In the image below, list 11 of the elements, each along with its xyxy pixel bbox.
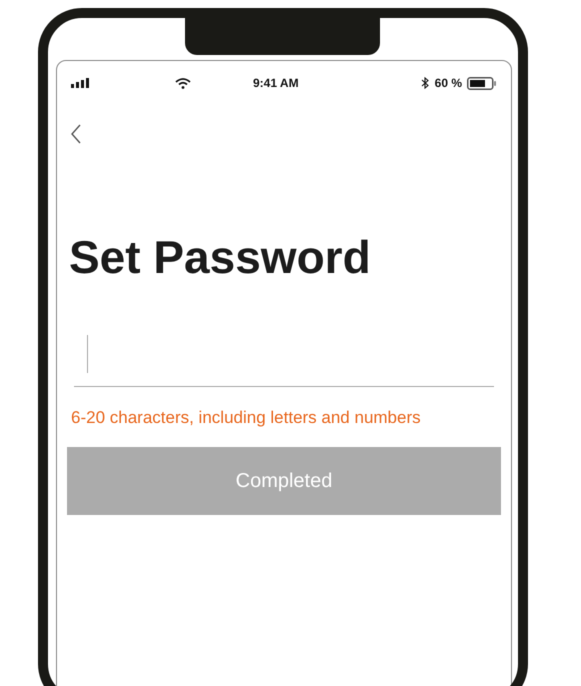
status-time: 9:41 AM: [253, 75, 299, 92]
signal-icon: [71, 78, 91, 88]
text-cursor: [87, 335, 88, 373]
wifi-icon: [175, 78, 191, 88]
battery-icon: [467, 76, 497, 90]
chevron-left-icon: [71, 124, 81, 144]
bluetooth-icon: [420, 77, 429, 89]
password-hint: 6-20 characters, including letters and numbers: [71, 407, 422, 429]
page-title: Set Password: [69, 230, 372, 285]
back-button[interactable]: [69, 123, 83, 145]
battery-percent: 60 %: [434, 75, 462, 92]
